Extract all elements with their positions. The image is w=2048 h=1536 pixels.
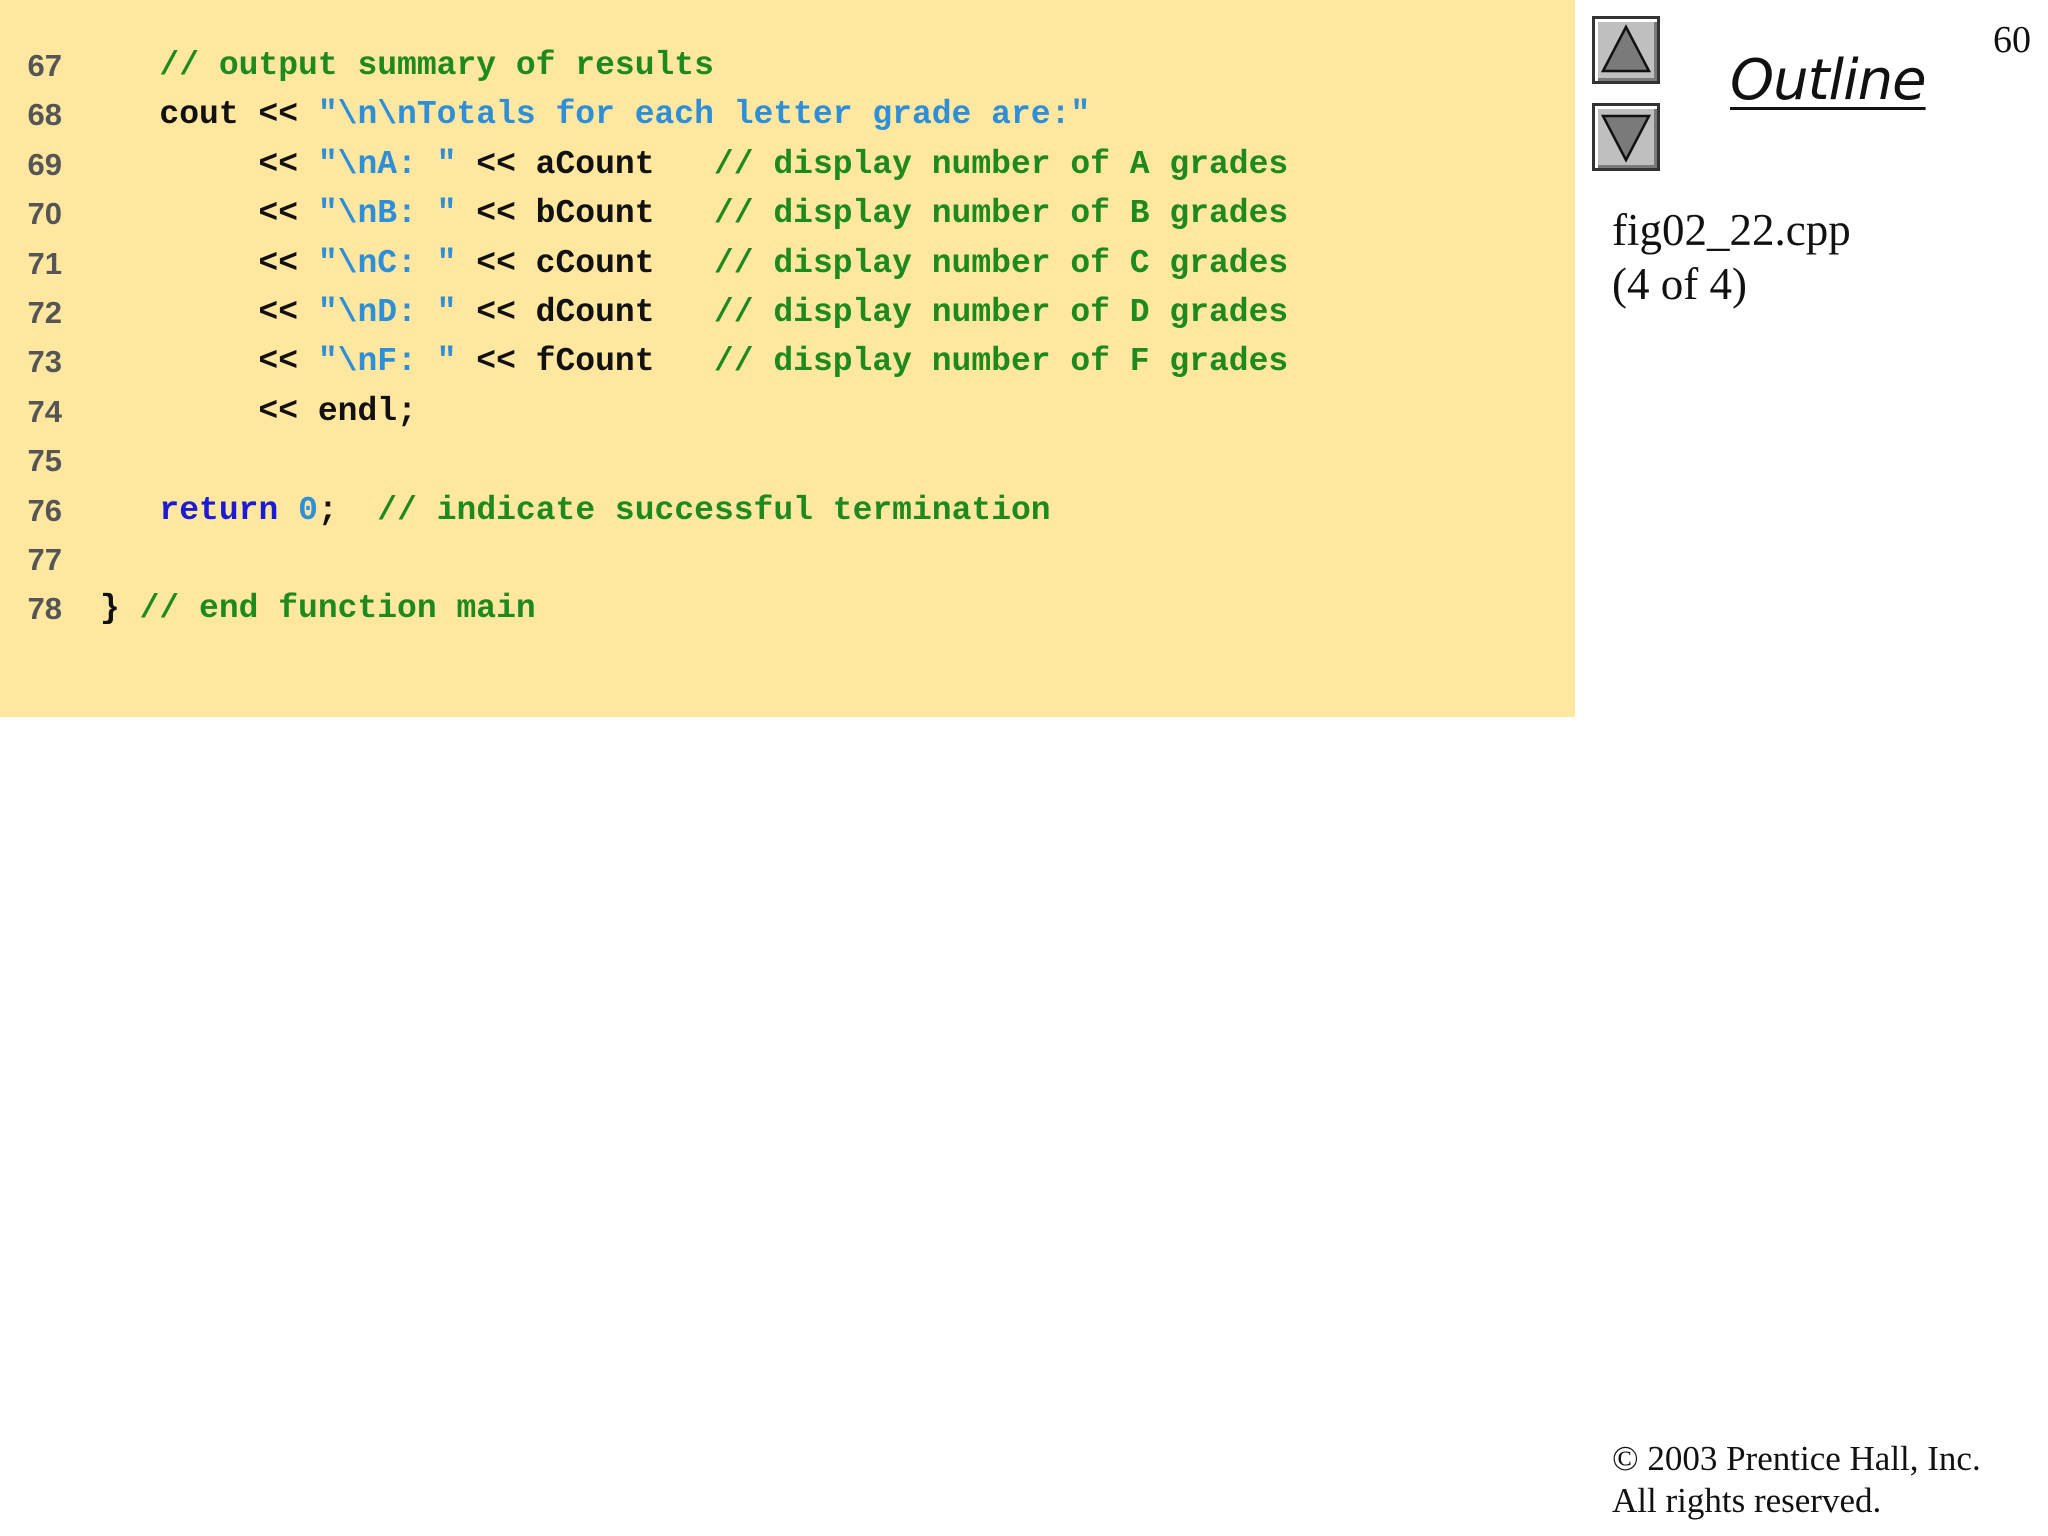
code-token-string: "\nD: " <box>317 293 457 331</box>
code-token-plain: cout << <box>100 96 318 134</box>
code-token-plain: << fCount <box>456 343 714 381</box>
code-text: << "\nA: " << aCount // display number o… <box>100 140 1288 189</box>
code-token-plain: << endl; <box>100 392 417 430</box>
code-token-comment: // output summary of results <box>159 47 714 84</box>
code-token-number: 0 <box>298 491 318 529</box>
code-token-keyword: return <box>159 491 279 529</box>
code-token-string: "\nB: " <box>317 195 457 233</box>
code-text: } // end function main <box>100 584 536 633</box>
code-text: << "\nB: " << bCount // display number o… <box>100 189 1288 238</box>
code-token-comment: // display number of A grades <box>713 145 1289 183</box>
code-token-plain: << <box>100 343 318 381</box>
code-token-string: "\nF: " <box>317 343 457 381</box>
code-token-plain: << <box>100 195 318 233</box>
line-number: 68 <box>27 97 62 133</box>
copyright-line-1: © 2003 Prentice Hall, Inc. <box>1612 1439 1981 1478</box>
code-token-plain: << dCount <box>456 293 714 331</box>
code-token-comment: // end function main <box>139 590 536 628</box>
copyright-notice: © 2003 Prentice Hall, Inc. All rights re… <box>1612 1438 1981 1522</box>
code-text: << "\nC: " << cCount // display number o… <box>100 239 1288 288</box>
code-text: return 0; // indicate successful termina… <box>100 486 1051 535</box>
code-token-plain: << bCount <box>456 195 714 233</box>
line-number: 78 <box>27 591 62 627</box>
next-slide-button[interactable] <box>1592 103 1660 171</box>
line-number: 73 <box>27 344 62 380</box>
code-text: cout << "\n\nTotals for each letter grad… <box>100 90 1090 139</box>
code-token-plain: << aCount <box>456 145 714 183</box>
code-token-comment: // display number of D grades <box>713 293 1289 331</box>
copyright-line-2: All rights reserved. <box>1612 1481 1882 1520</box>
code-token-plain: << <box>100 244 318 282</box>
code-token-plain: ; <box>317 491 378 529</box>
code-token-string: "\nA: " <box>317 145 457 183</box>
code-token-comment: // display number of F grades <box>713 343 1289 381</box>
line-number: 72 <box>27 294 62 330</box>
code-text: << "\nD: " << dCount // display number o… <box>100 288 1288 337</box>
line-number: 74 <box>27 393 62 429</box>
code-token-plain: << <box>100 145 318 183</box>
code-panel: 67 // output summary of results 68 cout <… <box>0 0 1575 717</box>
line-number: 77 <box>27 541 62 577</box>
triangle-down-icon <box>1600 114 1652 163</box>
code-token-plain: << <box>100 293 318 331</box>
line-number: 75 <box>27 443 62 479</box>
line-number: 71 <box>27 245 62 281</box>
code-token-plain: << cCount <box>456 244 714 282</box>
code-text: << "\nF: " << fCount // display number o… <box>100 337 1288 386</box>
line-number: 69 <box>27 146 62 182</box>
code-text: // output summary of results <box>100 41 714 90</box>
code-token-string: "\nC: " <box>317 244 457 282</box>
code-token-comment: // indicate successful termination <box>377 491 1051 529</box>
code-token-string: "\n\nTotals for each letter grade are:" <box>317 96 1091 134</box>
line-number: 67 <box>27 48 62 83</box>
file-name: fig02_22.cpp <box>1612 205 1851 255</box>
code-token-comment: // display number of C grades <box>713 244 1289 282</box>
line-number: 76 <box>27 492 62 528</box>
page-number: 60 <box>1993 19 2031 61</box>
code-token-comment: // display number of B grades <box>713 195 1289 233</box>
page-info: (4 of 4) <box>1612 259 1747 309</box>
previous-slide-button[interactable] <box>1592 16 1660 84</box>
triangle-up-icon <box>1600 24 1652 73</box>
code-text: << endl; <box>100 387 417 436</box>
line-number: 70 <box>27 196 62 232</box>
outline-title[interactable]: Outline <box>1730 48 1927 113</box>
code-token-plain: } <box>100 590 140 628</box>
